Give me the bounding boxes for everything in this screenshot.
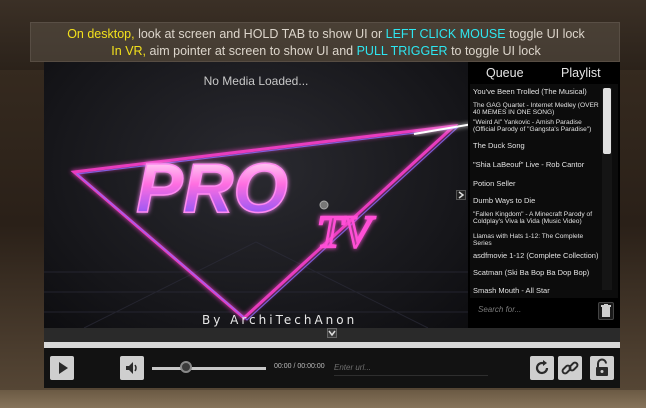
instruction-segment: In VR, <box>111 44 150 58</box>
instruction-segment: to show UI and <box>269 44 357 58</box>
logo-tv-text: TV <box>317 206 376 257</box>
credit-text: By ArchiTechAnon <box>202 313 358 327</box>
list-item[interactable]: You've Been Trolled (The Musical) <box>473 88 601 96</box>
instruction-segment: look at screen and HOLD TAB <box>138 27 309 41</box>
copy-link-button[interactable] <box>558 356 582 380</box>
trash-icon <box>601 304 611 317</box>
floor-background <box>0 390 646 408</box>
link-icon <box>561 361 579 375</box>
url-input[interactable]: Enter url... <box>334 360 488 376</box>
chevron-down-icon <box>328 330 336 337</box>
video-screen[interactable]: PRO TV No Media Loaded... By ArchiTechAn… <box>44 62 468 328</box>
instruction-segment: to toggle UI lock <box>451 44 541 58</box>
instruction-banner: On desktop, look at screen and HOLD TAB … <box>30 22 620 62</box>
playlist-list: You've Been Trolled (The Musical) The GA… <box>470 84 618 298</box>
queue-sidebar: Queue Playlist You've Been Trolled (The … <box>468 62 620 328</box>
instruction-segment: On desktop, <box>67 27 139 41</box>
sidebar-tabs: Queue Playlist <box>468 62 620 84</box>
playlist-scrollbar[interactable] <box>602 88 612 290</box>
list-item[interactable]: Scatman (Ski Ba Bop Ba Dop Bop) <box>473 269 601 277</box>
reload-button[interactable] <box>530 356 554 380</box>
control-bar: 00:00 / 00:00:00 Enter url... <box>44 348 620 388</box>
media-status: No Media Loaded... <box>203 74 309 88</box>
sidebar-collapse-button[interactable] <box>456 190 466 200</box>
volume-icon <box>126 362 137 374</box>
volume-slider-handle[interactable] <box>180 361 193 373</box>
list-item[interactable]: "Shia LaBeouf" Live - Rob Cantor <box>473 161 601 169</box>
lock-icon <box>596 358 608 376</box>
chevron-right-icon <box>458 191 465 199</box>
mute-button[interactable] <box>120 356 144 380</box>
instruction-segment: PULL TRIGGER <box>356 44 452 58</box>
instruction-line-desktop: On desktop, look at screen and HOLD TAB … <box>31 27 621 41</box>
list-item[interactable]: Potion Seller <box>473 180 601 188</box>
play-button[interactable] <box>50 356 74 380</box>
reload-icon <box>535 360 549 375</box>
instruction-segment: to show UI or <box>308 27 386 41</box>
list-item[interactable]: Smash Mouth - All Star <box>473 287 601 295</box>
instruction-segment: aim pointer at screen <box>149 44 270 58</box>
tv-player: PRO TV No Media Loaded... By ArchiTechAn… <box>44 62 620 388</box>
ui-lock-button[interactable] <box>590 356 614 380</box>
list-item[interactable]: Dumb Ways to Die <box>473 197 601 205</box>
tab-playlist[interactable]: Playlist <box>561 66 601 80</box>
list-item[interactable]: "Fallen Kingdom" - A Minecraft Parody of… <box>473 211 601 226</box>
volume-slider[interactable] <box>152 367 266 370</box>
time-display: 00:00 / 00:00:00 <box>274 363 325 370</box>
tab-queue[interactable]: Queue <box>486 66 524 80</box>
logo-pro-text: PRO <box>136 149 288 227</box>
list-item[interactable]: The Duck Song <box>473 142 601 150</box>
list-item[interactable]: The GAG Quartet - Internet Medley (OVER … <box>473 102 601 117</box>
scrollbar-thumb[interactable] <box>603 88 611 154</box>
list-item[interactable]: Llamas with Hats 1-12: The Complete Seri… <box>473 233 601 248</box>
protv-logo-art: PRO TV <box>44 123 468 328</box>
list-item[interactable]: "Weird Al" Yankovic - Amish Paradise (Of… <box>473 119 601 134</box>
list-item[interactable]: asdfmovie 1-12 (Complete Collection) <box>473 252 601 260</box>
clear-button[interactable] <box>598 302 614 320</box>
instruction-segment: toggle UI lock <box>509 27 585 41</box>
instruction-line-vr: In VR, aim pointer at screen to show UI … <box>31 44 621 58</box>
expand-button[interactable] <box>327 328 337 338</box>
playlist-search-input[interactable]: Search for... <box>474 302 594 318</box>
instruction-segment: LEFT CLICK MOUSE <box>385 27 510 41</box>
play-icon <box>59 362 68 374</box>
